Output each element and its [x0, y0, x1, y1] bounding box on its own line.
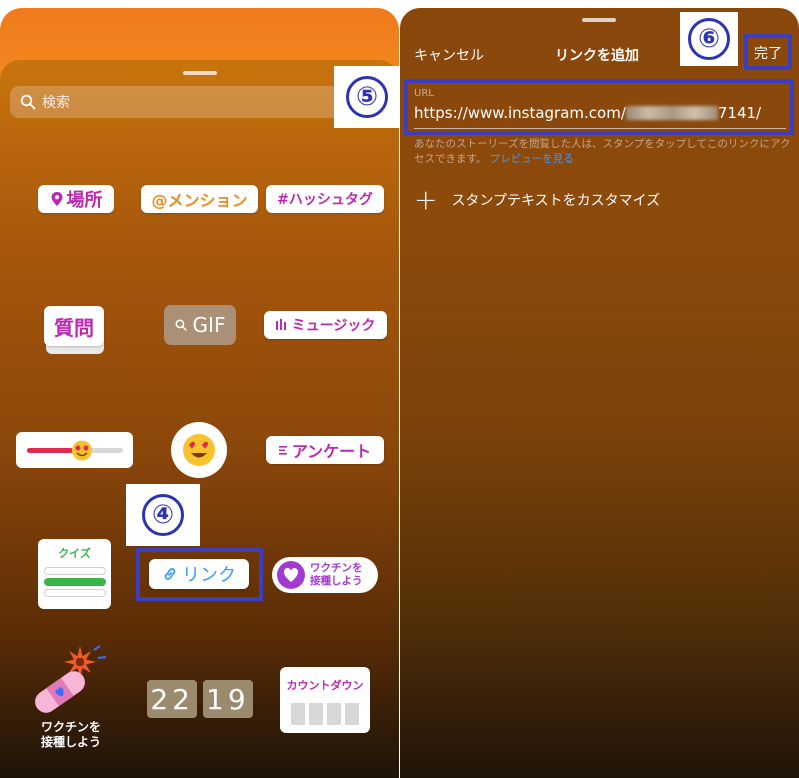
link-hint-text: あなたのストーリーズを閲覧した人は、スタンプをタップしてこのリンクにアクセスでき… [414, 137, 794, 167]
customize-sticker-text-button[interactable]: + スタンプテキストをカスタマイズ [414, 183, 661, 216]
heart-eyes-emoji-icon [183, 434, 215, 466]
preview-link[interactable]: プレビューを見る [490, 153, 574, 165]
quiz-sticker-label: クイズ [58, 547, 91, 560]
url-label: URL [414, 88, 434, 99]
sheet-grabber[interactable] [582, 18, 616, 22]
page-title: リンクを追加 [555, 48, 639, 64]
poll-sticker-label: アンケート [291, 442, 372, 461]
quiz-correct-option [43, 578, 106, 586]
url-underline [414, 128, 786, 129]
step-4-marker: ④ [126, 484, 200, 546]
countdown-digit [291, 703, 305, 725]
sheet-grabber[interactable] [183, 71, 217, 75]
bandage-flower-icon [35, 645, 107, 713]
step-6-number: ⑥ [688, 18, 730, 60]
vaccine-bandage-sticker[interactable]: ワクチンを 接種しよう [26, 644, 116, 752]
step-5-number: ⑤ [346, 76, 388, 118]
emoji-slider-sticker[interactable] [16, 432, 133, 468]
quiz-sticker[interactable]: クイズ [38, 539, 111, 609]
customize-label: スタンプテキストをカスタマイズ [451, 193, 661, 209]
countdown-digit [327, 703, 341, 725]
mention-sticker-label: @メンション [151, 191, 248, 210]
sticker-tray-panel: 検索 場所 @メンション #ハッシュタグ 質問 GIF ミュージック アンケート… [0, 0, 399, 778]
poll-lines-icon [278, 446, 287, 455]
mention-sticker[interactable]: @メンション [141, 185, 258, 213]
quiz-option [43, 589, 106, 597]
add-link-panel: キャンセル リンクを追加 完了 ⑥ URL https://www.instag… [400, 0, 799, 778]
vaccine-sticker-line1: ワクチンを [310, 562, 363, 574]
url-redacted-blur [625, 106, 718, 120]
gif-sticker[interactable]: GIF [164, 305, 236, 345]
time-sticker[interactable]: 22 19 [146, 680, 254, 718]
step-6-marker: ⑥ [680, 12, 738, 66]
quiz-option [43, 567, 106, 575]
music-sticker-label: ミュージック [291, 318, 376, 334]
music-bars-icon [275, 319, 286, 330]
done-button[interactable]: 完了 [754, 43, 782, 63]
sticker-search-input[interactable]: 検索 [10, 86, 390, 118]
vaccine-sticker[interactable]: ワクチンを 接種しよう [272, 557, 378, 593]
vaccine-bandage-line1: ワクチンを [40, 720, 101, 734]
step-4-number: ④ [142, 494, 184, 536]
link-sticker-highlight [136, 548, 263, 601]
search-icon [20, 94, 36, 110]
music-sticker[interactable]: ミュージック [264, 311, 387, 339]
hint-body: あなたのストーリーズを閲覧した人は、スタンプをタップしてこのリンクにアクセスでき… [414, 138, 791, 165]
clock-hours: 22 [150, 682, 194, 716]
countdown-digit [345, 703, 359, 725]
emoji-slider-track [26, 440, 123, 461]
countdown-sticker-label: カウントダウン [286, 679, 364, 692]
url-input[interactable]: https://www.instagram.com/7141/ [414, 104, 761, 122]
gif-search-icon [175, 319, 187, 331]
heart-badge-icon [277, 561, 305, 589]
hashtag-sticker-label: #ハッシュタグ [277, 192, 373, 208]
cancel-button[interactable]: キャンセル [414, 45, 484, 65]
question-sticker[interactable]: 質問 [44, 306, 104, 354]
location-sticker[interactable]: 場所 [38, 185, 114, 213]
countdown-digit [309, 703, 323, 725]
location-sticker-label: 場所 [66, 190, 103, 211]
countdown-sticker[interactable]: カウントダウン [280, 667, 370, 733]
vaccine-sticker-line2: 接種しよう [310, 575, 363, 587]
url-prefix: https://www.instagram.com/ [414, 104, 626, 122]
step-5-marker: ⑤ [334, 66, 399, 128]
gif-sticker-label: GIF [192, 313, 226, 337]
emoji-reaction-sticker[interactable] [171, 422, 227, 478]
question-sticker-label: 質問 [54, 315, 94, 340]
poll-sticker[interactable]: アンケート [266, 436, 384, 464]
clock-minutes: 19 [206, 682, 250, 716]
url-suffix: 7141/ [717, 104, 762, 122]
search-placeholder: 検索 [42, 95, 70, 111]
plus-icon: + [414, 183, 438, 216]
location-pin-icon [51, 192, 62, 206]
hashtag-sticker[interactable]: #ハッシュタグ [266, 185, 384, 213]
vaccine-bandage-line2: 接種しよう [40, 735, 101, 749]
